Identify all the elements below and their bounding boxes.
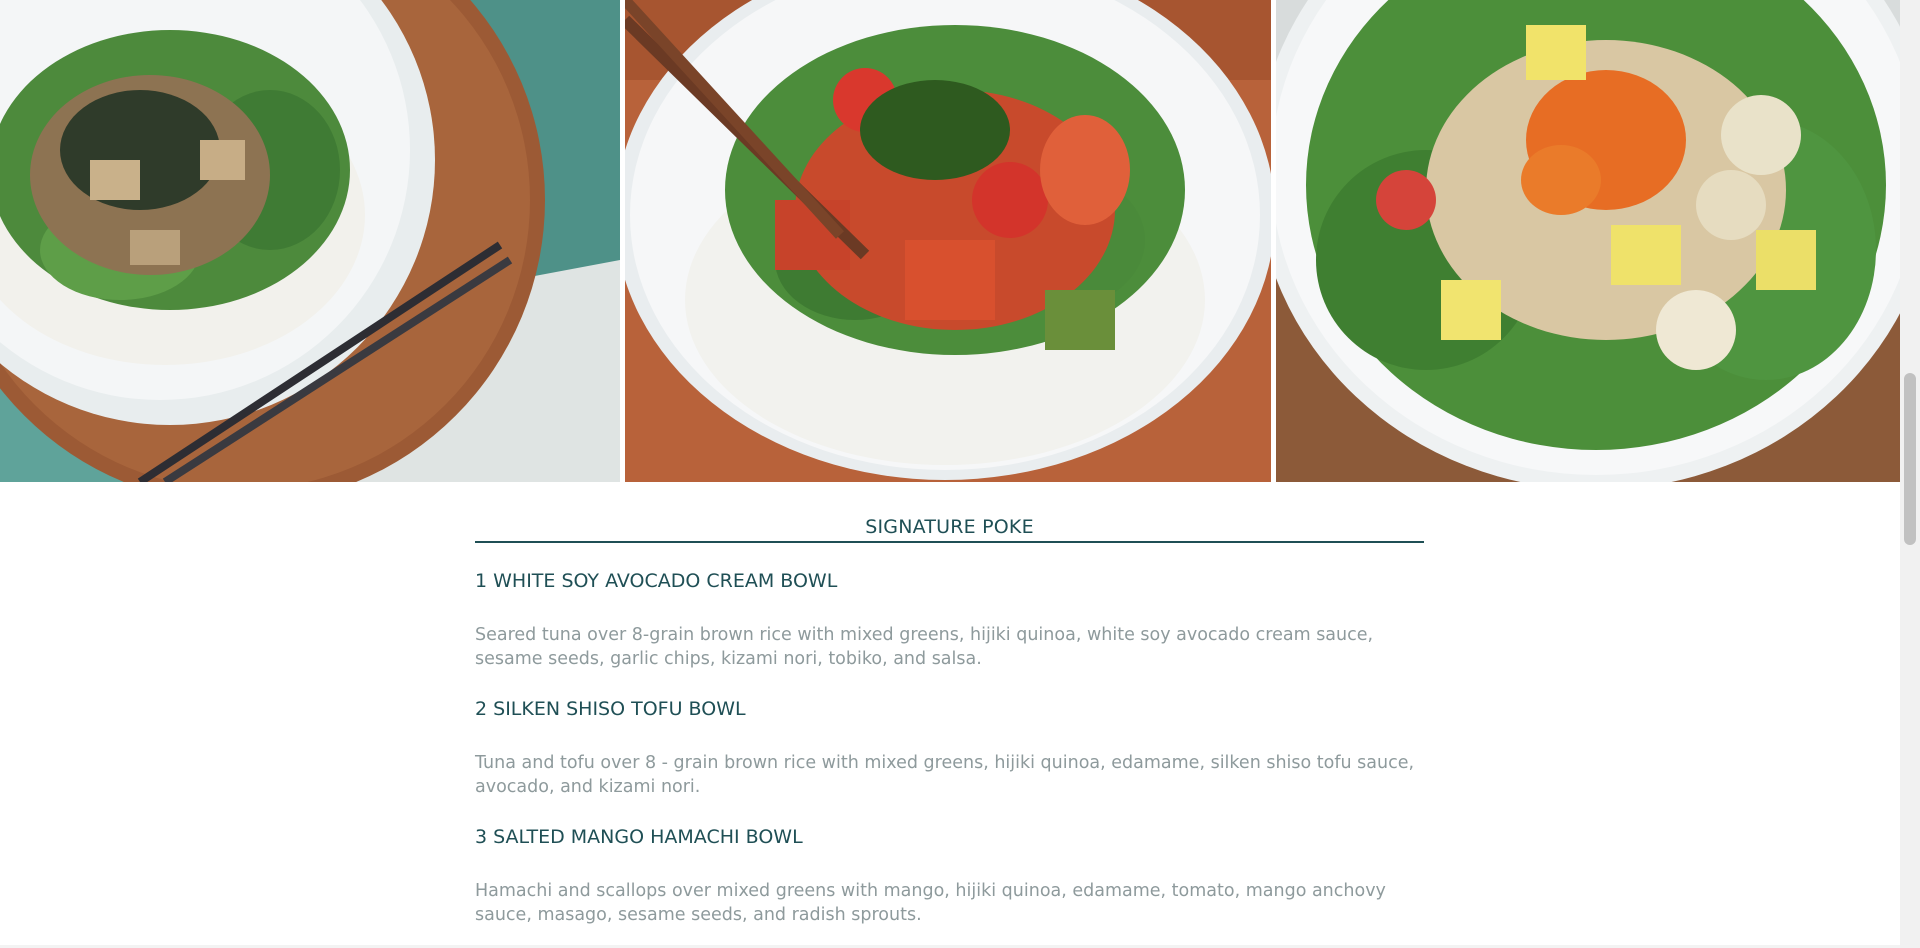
menu-item: 3 SALTED MANGO HAMACHI BOWL Hamachi and …	[475, 826, 1424, 927]
signature-poke-menu: SIGNATURE POKE 1 WHITE SOY AVOCADO CREAM…	[475, 516, 1424, 927]
menu-item-description: Seared tuna over 8-grain brown rice with…	[475, 625, 1374, 669]
scallop-mango-poke-bowl-photo	[1276, 0, 1900, 482]
menu-item-title: 2 SILKEN SHISO TOFU BOWL	[475, 698, 746, 720]
menu-item-title: 1 WHITE SOY AVOCADO CREAM BOWL	[475, 570, 838, 592]
vertical-scrollbar[interactable]	[1900, 0, 1920, 948]
spicy-tuna-poke-bowl-photo	[625, 0, 1271, 482]
menu-item-description: Tuna and tofu over 8 - grain brown rice …	[475, 753, 1415, 797]
menu-section-heading: SIGNATURE POKE	[475, 516, 1424, 543]
menu-item-description: Hamachi and scallops over mixed greens w…	[475, 881, 1386, 925]
menu-item: 1 WHITE SOY AVOCADO CREAM BOWL Seared tu…	[475, 570, 1424, 671]
menu-item: 2 SILKEN SHISO TOFU BOWL Tuna and tofu o…	[475, 698, 1424, 799]
scrollbar-thumb[interactable]	[1904, 373, 1916, 545]
photo-strip	[0, 0, 1900, 482]
tofu-poke-bowl-photo	[0, 0, 620, 482]
menu-item-title: 3 SALTED MANGO HAMACHI BOWL	[475, 826, 803, 848]
